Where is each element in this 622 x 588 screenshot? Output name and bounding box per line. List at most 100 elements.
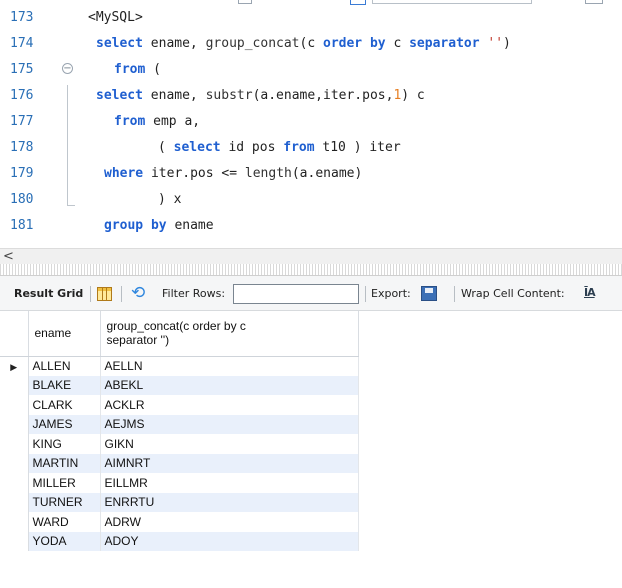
scroll-left-icon[interactable]: < [3, 249, 14, 264]
code-token: ename [166, 218, 214, 233]
code-text: from ( [114, 57, 161, 83]
code-text: select ename, group_concat(c order by c … [96, 31, 511, 57]
code-line[interactable]: 179 where iter.pos <= length(a.ename) [0, 161, 622, 187]
row-header[interactable] [0, 375, 29, 395]
sql-editor[interactable]: 173 <MySQL> 174 select ename, group_concat(… [0, 5, 622, 248]
toolbar-button-stub[interactable] [585, 0, 603, 4]
table-row[interactable]: YODA ADOY [0, 531, 359, 551]
cell-group-concat[interactable]: ENRRTU [100, 492, 359, 512]
cell-ename[interactable]: YODA [28, 531, 101, 551]
table-row[interactable]: BLAKE ABEKL [0, 375, 359, 395]
code-line[interactable]: 176 select ename, substr(a.ename,iter.pos… [0, 83, 622, 109]
code-token: '' [487, 36, 504, 51]
editor-horizontal-scrollbar[interactable]: < [0, 248, 622, 264]
cell-ename[interactable]: KING [28, 434, 101, 454]
code-text: ( select id pos from t10 ) iter [158, 135, 401, 161]
cell-group-concat[interactable]: EILLMR [100, 473, 359, 493]
code-token: (a.ename) [291, 166, 363, 181]
grid-view-icon[interactable] [97, 287, 112, 301]
wrap-cell-content-icon[interactable]: ĪA [584, 286, 596, 300]
filter-rows-input[interactable] [233, 284, 359, 304]
cell-ename[interactable]: TURNER [28, 492, 101, 512]
cell-group-concat[interactable]: ADRW [100, 512, 359, 532]
cell-ename[interactable]: JAMES [28, 414, 101, 434]
cell-group-concat[interactable]: ACKLR [100, 395, 359, 415]
sql-keyword: from [114, 114, 146, 129]
pane-splitter[interactable] [0, 264, 622, 276]
table-row[interactable]: KING GIKN [0, 434, 359, 454]
line-number: 175 [10, 62, 34, 77]
toolbar-separator [90, 286, 91, 302]
cell-ename[interactable]: WARD [28, 512, 101, 532]
code-token: ( [158, 140, 174, 155]
table-row[interactable]: ▶ ALLEN AELLN [0, 356, 359, 376]
code-line[interactable]: 177 from emp a, [0, 109, 622, 135]
sql-keyword: from [283, 140, 315, 155]
row-header-corner [0, 311, 29, 357]
code-token: ( [145, 62, 161, 77]
code-token: iter.pos <= [143, 166, 245, 181]
line-number: 177 [10, 114, 34, 129]
code-text: where iter.pos <= length(a.ename) [104, 161, 362, 187]
row-header[interactable] [0, 473, 29, 493]
cell-group-concat[interactable]: AEJMS [100, 414, 359, 434]
column-header-group-concat[interactable]: group_concat(c order by c separator '') [100, 311, 359, 357]
row-header[interactable] [0, 512, 29, 532]
refresh-icon[interactable]: ⟲ [131, 284, 145, 302]
toolbar-separator [454, 286, 455, 302]
fold-collapse-icon[interactable]: − [62, 63, 73, 74]
cell-group-concat[interactable]: GIKN [100, 434, 359, 454]
toolbar-search-stub[interactable] [372, 0, 532, 4]
cell-ename[interactable]: MARTIN [28, 453, 101, 473]
code-token: id pos [220, 140, 284, 155]
line-number: 179 [10, 166, 34, 181]
cell-group-concat[interactable]: ABEKL [100, 375, 359, 395]
line-number: 173 [10, 10, 34, 25]
result-grid-tab[interactable]: Result Grid [14, 276, 83, 311]
row-header[interactable] [0, 453, 29, 473]
result-grid[interactable]: ename group_concat(c order by c separator… [0, 311, 360, 551]
code-text: from emp a, [114, 109, 200, 135]
sql-keyword: select [96, 88, 143, 103]
row-header[interactable] [0, 414, 29, 434]
toolbar-separator [365, 286, 366, 302]
row-header[interactable] [0, 395, 29, 415]
cell-ename[interactable]: BLAKE [28, 375, 101, 395]
sql-function: length [244, 166, 292, 181]
line-number: 181 [10, 218, 34, 233]
table-row[interactable]: MARTIN AIMNRT [0, 453, 359, 473]
cell-group-concat[interactable]: ADOY [100, 531, 359, 551]
code-line[interactable]: 180) x [0, 187, 622, 213]
code-token: t10 ) iter [314, 140, 401, 155]
table-row[interactable]: JAMES AEJMS [0, 414, 359, 434]
code-text: <MySQL> [88, 5, 143, 31]
code-line[interactable]: 175 − from ( [0, 57, 622, 83]
table-row[interactable]: TURNER ENRRTU [0, 492, 359, 512]
toolbar-separator [121, 286, 122, 302]
row-header[interactable] [0, 434, 29, 454]
code-line[interactable]: 178 ( select id pos from t10 ) iter [0, 135, 622, 161]
code-token: <MySQL> [88, 10, 143, 25]
toolbar-button-stub[interactable] [238, 0, 252, 4]
row-header[interactable] [0, 531, 29, 551]
table-row[interactable]: MILLER EILLMR [0, 473, 359, 493]
sql-keyword: separator [409, 36, 480, 51]
table-row[interactable]: CLARK ACKLR [0, 395, 359, 415]
sql-function: substr [205, 88, 253, 103]
cell-ename[interactable]: MILLER [28, 473, 101, 493]
cell-ename[interactable]: CLARK [28, 395, 101, 415]
column-header-ename[interactable]: ename [28, 311, 101, 357]
line-number: 180 [10, 192, 34, 207]
row-header[interactable] [0, 492, 29, 512]
sql-keyword: from [114, 62, 146, 77]
cell-group-concat[interactable]: AIMNRT [100, 453, 359, 473]
table-row[interactable]: WARD ADRW [0, 512, 359, 532]
code-line[interactable]: 174 select ename, group_concat(c order by… [0, 31, 622, 57]
row-header[interactable]: ▶ [0, 356, 29, 376]
code-line[interactable]: 181 group by ename [0, 213, 622, 239]
export-save-icon[interactable] [421, 286, 437, 301]
code-line[interactable]: 173 <MySQL> [0, 5, 622, 31]
cell-ename[interactable]: ALLEN [28, 356, 101, 376]
sql-keyword: group by [104, 218, 167, 233]
cell-group-concat[interactable]: AELLN [100, 356, 359, 376]
